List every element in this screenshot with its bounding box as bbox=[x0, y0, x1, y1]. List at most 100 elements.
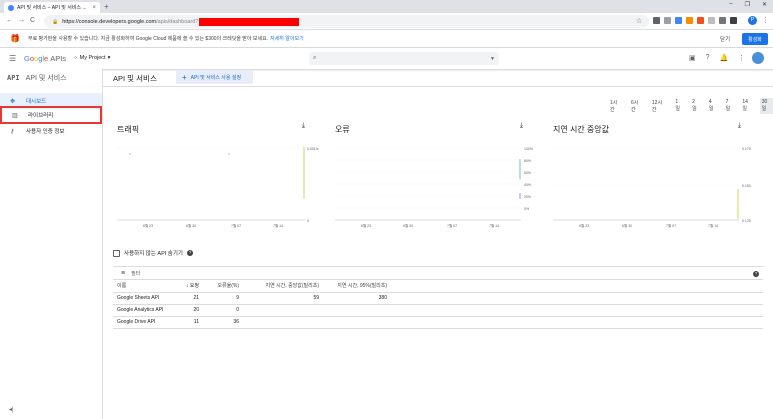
enable-apis-button[interactable]: + API 및 서비스 사용 설정 bbox=[176, 70, 253, 84]
column-header-latency-95[interactable]: 지연 시간, 95%(밀리초) bbox=[325, 280, 393, 293]
extension-icon[interactable] bbox=[653, 17, 660, 24]
browser-tab[interactable]: API 및 서비스 – API 및 서비스 ... × bbox=[4, 2, 100, 13]
table-row[interactable]: Google Sheets API 21 9 59 380 bbox=[113, 292, 763, 305]
range-option[interactable]: 2일 bbox=[690, 98, 701, 114]
hide-unused-checkbox[interactable] bbox=[113, 249, 120, 257]
table-row[interactable]: Google Analytics API 20 0 bbox=[113, 304, 763, 317]
extension-icon[interactable] bbox=[686, 17, 693, 24]
api-usage-table: 이름 ↓ 요청 오류율(%) 지연 시간, 중앙값(밀리초) 지연 시간, 95… bbox=[113, 280, 763, 329]
avatar[interactable] bbox=[752, 52, 764, 64]
api-name-link[interactable]: Google Analytics API bbox=[113, 304, 175, 317]
close-window-icon[interactable]: ✕ bbox=[762, 1, 767, 8]
sidebar-item-label: 라이브러리 bbox=[28, 113, 54, 119]
column-header-error-rate[interactable]: 오류율(%) bbox=[205, 280, 245, 293]
x-tick-label: 7월 07 bbox=[666, 223, 676, 228]
range-option[interactable]: 1일 bbox=[673, 98, 684, 114]
extension-icon[interactable] bbox=[708, 17, 715, 24]
x-tick-label: 7월 14 bbox=[273, 223, 283, 228]
console-header: ☰ Google APIs ⁘ My Project ▾ ⌕ ▼ ▣ ? 🔔 ⋮ bbox=[0, 48, 773, 69]
x-tick-label: 6월 23 bbox=[143, 223, 153, 228]
spacer-cell bbox=[393, 316, 763, 329]
main-content: API 및 서비스 + API 및 서비스 사용 설정 1시간 6시간 12시간… bbox=[103, 69, 773, 419]
google-apis-logo[interactable]: Google APIs bbox=[24, 54, 66, 63]
y-tick-label: 60% bbox=[524, 171, 531, 175]
x-tick-label: 7월 07 bbox=[447, 223, 457, 228]
traffic-chart: 트래픽 ⤓ 0.001/s 0 6월 23 6월 30 7월 07 7월 14 bbox=[115, 119, 319, 234]
sidebar-item-library[interactable]: ▥ 라이브러리 bbox=[0, 106, 102, 124]
range-option[interactable]: 6시간 bbox=[629, 98, 644, 114]
forward-icon[interactable]: → bbox=[18, 17, 25, 24]
back-icon[interactable]: ← bbox=[6, 17, 13, 24]
latency-median-cell: 59 bbox=[245, 292, 325, 305]
sidebar-item-credentials[interactable]: ⚷ 사용자 인증 정보 bbox=[0, 123, 102, 139]
api-name-link[interactable]: Google Sheets API bbox=[113, 292, 175, 305]
browser-menu-icon[interactable]: ⋮ bbox=[762, 16, 769, 24]
x-tick-label: 6월 30 bbox=[186, 223, 196, 228]
range-option[interactable]: 1시간 bbox=[608, 98, 623, 114]
dismiss-button[interactable]: 닫기 bbox=[720, 35, 730, 43]
divider bbox=[103, 86, 773, 87]
y-tick-label: 0.175 bbox=[742, 147, 751, 151]
extensions bbox=[653, 17, 737, 24]
extension-icon[interactable] bbox=[730, 17, 737, 24]
range-option[interactable]: 14일 bbox=[740, 98, 753, 114]
latency-95-cell bbox=[325, 304, 393, 317]
dashboard-icon: ✥ bbox=[10, 98, 16, 105]
range-option[interactable]: 7일 bbox=[724, 98, 735, 114]
search-input[interactable]: ⌕ ▼ bbox=[309, 52, 499, 65]
extension-icon[interactable] bbox=[664, 17, 671, 24]
tab-title: API 및 서비스 – API 및 서비스 ... bbox=[17, 5, 87, 11]
notifications-icon[interactable]: 🔔 bbox=[720, 54, 729, 62]
activate-button[interactable]: 활성화 bbox=[742, 33, 768, 45]
y-tick-label: 0.001/s bbox=[307, 147, 319, 151]
filter-bar[interactable]: ≡ 필터 ? bbox=[113, 266, 763, 280]
browser-toolbar: ← → C 🔒 https://console.developers.googl… bbox=[0, 13, 773, 30]
x-tick-label: 7월 07 bbox=[231, 223, 241, 228]
column-header-name[interactable]: 이름 bbox=[113, 280, 175, 293]
help-icon[interactable]: ? bbox=[706, 54, 710, 62]
time-range-selector: 1시간 6시간 12시간 1일 2일 4일 7일 14일 30일 bbox=[608, 98, 773, 114]
api-name-link[interactable]: Google Drive API bbox=[113, 316, 175, 329]
hide-unused-apis: 사용하지 않는 API 숨기기 ? bbox=[113, 249, 193, 257]
google-favicon-icon bbox=[8, 4, 14, 11]
x-tick-label: 7월 14 bbox=[708, 223, 718, 228]
profile-icon[interactable]: P bbox=[748, 16, 757, 25]
browser-tabbar: API 및 서비스 – API 및 서비스 ... × + – ❐ ✕ bbox=[0, 0, 773, 13]
range-option[interactable]: 12시간 bbox=[650, 98, 668, 114]
column-spacer bbox=[393, 280, 763, 293]
more-options-icon[interactable]: ⋮ bbox=[738, 54, 745, 62]
range-option[interactable]: 4일 bbox=[707, 98, 718, 114]
learn-more-link[interactable]: 자세히 알아보기 bbox=[270, 35, 304, 42]
spacer-cell bbox=[393, 304, 763, 317]
latency-chart: 지연 시간 중앙값 ⤓ 0.175 0.150 0.125 6월 23 6월 3… bbox=[551, 119, 751, 234]
maximize-icon[interactable]: ❐ bbox=[745, 1, 750, 8]
bookmark-star-icon[interactable]: ☆ bbox=[636, 17, 642, 25]
extension-icon[interactable] bbox=[697, 17, 704, 24]
free-trial-banner: 🎁 무료 평가판을 사용할 수 있습니다. 지금 활성화하여 Google Cl… bbox=[0, 30, 773, 48]
hide-unused-label: 사용하지 않는 API 숨기기 bbox=[124, 251, 183, 257]
table-row[interactable]: Google Drive API 11 36 bbox=[113, 316, 763, 329]
hamburger-menu-icon[interactable]: ☰ bbox=[9, 54, 16, 63]
column-header-latency-median[interactable]: 지연 시간, 중앙값(밀리초) bbox=[245, 280, 325, 293]
filter-placeholder: 필터 bbox=[131, 270, 141, 277]
address-bar[interactable]: 🔒 https://console.developers.google.com … bbox=[44, 15, 649, 28]
cloud-shell-icon[interactable]: ▣ bbox=[689, 54, 696, 62]
extension-icon[interactable] bbox=[675, 17, 682, 24]
column-header-requests[interactable]: ↓ 요청 bbox=[175, 280, 205, 293]
collapse-sidebar-icon[interactable]: ◂| bbox=[9, 406, 14, 413]
extension-icon[interactable] bbox=[719, 17, 726, 24]
range-option-selected[interactable]: 30일 bbox=[759, 98, 773, 114]
search-dropdown-icon[interactable]: ▼ bbox=[490, 56, 495, 62]
lock-icon: 🔒 bbox=[52, 18, 59, 25]
minimize-icon[interactable]: – bbox=[729, 1, 732, 8]
errors-chart-svg: 100% 80% 60% 40% 20% 0% 6월 23 6월 30 7월 0… bbox=[335, 147, 533, 228]
reload-icon[interactable]: C bbox=[30, 17, 35, 24]
new-tab-icon[interactable]: + bbox=[104, 2, 109, 11]
project-selector[interactable]: ⁘ My Project ▾ bbox=[73, 55, 110, 61]
help-icon[interactable]: ? bbox=[187, 250, 193, 256]
help-icon[interactable]: ? bbox=[753, 271, 759, 277]
close-tab-icon[interactable]: × bbox=[92, 5, 96, 11]
filter-icon: ≡ bbox=[121, 269, 126, 277]
sidebar-header: API API 및 서비스 bbox=[7, 73, 67, 83]
redacted-block bbox=[199, 17, 300, 26]
